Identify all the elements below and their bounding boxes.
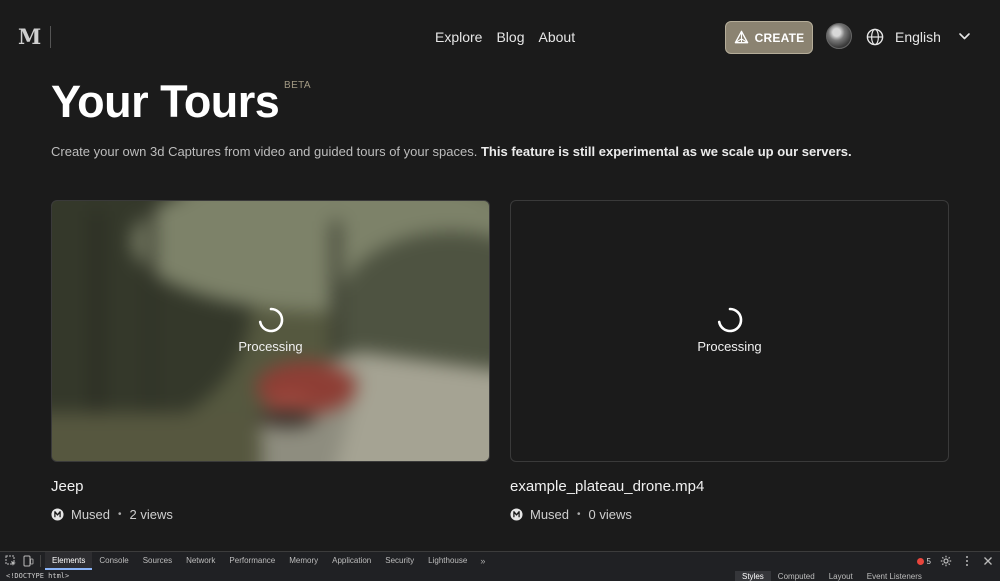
devtools-more-tabs[interactable]: » bbox=[474, 556, 491, 566]
tour-card[interactable]: Processing Jeep Mused • 2 views bbox=[51, 200, 490, 522]
main-nav: Explore Blog About bbox=[435, 29, 575, 45]
site-logo[interactable]: M bbox=[18, 24, 41, 49]
page-title: Your Tours bbox=[51, 76, 280, 127]
error-icon bbox=[916, 557, 924, 565]
cube-pyramid-icon bbox=[734, 30, 748, 44]
nav-explore[interactable]: Explore bbox=[435, 29, 482, 45]
error-badge[interactable]: 5 bbox=[916, 556, 931, 566]
tour-thumbnail[interactable]: Processing bbox=[510, 200, 949, 462]
page-subtitle: Create your own 3d Captures from video a… bbox=[51, 144, 852, 159]
tour-views: 2 views bbox=[129, 507, 173, 522]
devtools-tabs: Elements Console Sources Network Performance… bbox=[45, 552, 474, 570]
devtools-tab-application[interactable]: Application bbox=[325, 552, 378, 570]
tour-title[interactable]: Jeep bbox=[51, 478, 490, 495]
beta-badge: BETA bbox=[284, 80, 311, 91]
tour-meta: Mused • 0 views bbox=[510, 507, 949, 522]
devtools-tab-console[interactable]: Console bbox=[92, 552, 135, 570]
tour-title[interactable]: example_plateau_drone.mp4 bbox=[510, 478, 949, 495]
devtools-tab-lighthouse[interactable]: Lighthouse bbox=[421, 552, 474, 570]
tour-views: 0 views bbox=[588, 507, 632, 522]
styles-subtab-styles[interactable]: Styles bbox=[735, 571, 771, 581]
nav-about[interactable]: About bbox=[539, 29, 576, 45]
nav-blog[interactable]: Blog bbox=[496, 29, 524, 45]
close-icon[interactable] bbox=[982, 555, 994, 567]
create-button[interactable]: CREATE bbox=[725, 21, 813, 54]
settings-gear-icon[interactable] bbox=[940, 555, 952, 567]
devtools-tabbar: Elements Console Sources Network Performance… bbox=[0, 552, 1000, 570]
subtitle-text: Create your own 3d Captures from video a… bbox=[51, 144, 478, 159]
tour-thumbnail[interactable]: Processing bbox=[51, 200, 490, 462]
devtools-actions: 5 bbox=[916, 552, 994, 570]
logo-divider bbox=[50, 26, 51, 48]
devtools-tab-memory[interactable]: Memory bbox=[282, 552, 325, 570]
meta-separator: • bbox=[118, 509, 122, 520]
tour-meta: Mused • 2 views bbox=[51, 507, 490, 522]
mused-logo-icon bbox=[51, 508, 64, 521]
devtools-tab-performance[interactable]: Performance bbox=[222, 552, 282, 570]
spinner-icon bbox=[717, 307, 742, 333]
processing-label: Processing bbox=[238, 339, 303, 354]
create-button-label: CREATE bbox=[754, 30, 805, 45]
error-count: 5 bbox=[926, 556, 931, 566]
tour-card[interactable]: Processing example_plateau_drone.mp4 Mus… bbox=[510, 200, 949, 522]
styles-subtab-event-listeners[interactable]: Event Listeners bbox=[860, 571, 929, 581]
inspect-element-icon[interactable] bbox=[5, 555, 17, 567]
devtools-tab-network[interactable]: Network bbox=[179, 552, 222, 570]
devtools-tab-elements[interactable]: Elements bbox=[45, 552, 93, 570]
meta-separator: • bbox=[577, 509, 581, 520]
processing-indicator: Processing bbox=[511, 307, 948, 354]
devtools-tab-security[interactable]: Security bbox=[378, 552, 421, 570]
top-header: M Explore Blog About CREATE English bbox=[0, 0, 1000, 74]
device-toolbar-icon[interactable] bbox=[22, 555, 34, 567]
user-avatar[interactable] bbox=[826, 23, 852, 49]
language-selector[interactable]: English bbox=[895, 29, 941, 45]
mused-logo-icon bbox=[510, 508, 523, 521]
subtitle-bold: This feature is still experimental as we… bbox=[480, 144, 852, 159]
processing-label: Processing bbox=[697, 339, 762, 354]
devtools-separator bbox=[40, 555, 41, 567]
processing-indicator: Processing bbox=[52, 307, 489, 354]
tour-author[interactable]: Mused bbox=[71, 507, 110, 522]
dom-doctype[interactable]: <!DOCTYPE html> bbox=[6, 572, 69, 580]
devtools-tab-sources[interactable]: Sources bbox=[136, 552, 179, 570]
styles-subtab-layout[interactable]: Layout bbox=[822, 571, 860, 581]
more-options-icon[interactable] bbox=[961, 555, 973, 567]
devtools-panel: Elements Console Sources Network Performance… bbox=[0, 551, 1000, 581]
chevron-down-icon[interactable] bbox=[958, 31, 971, 41]
tour-author[interactable]: Mused bbox=[530, 507, 569, 522]
styles-subtab-computed[interactable]: Computed bbox=[771, 571, 822, 581]
styles-subtabs: Styles Computed Layout Event Listeners bbox=[735, 571, 929, 581]
globe-icon[interactable] bbox=[866, 28, 884, 46]
spinner-icon bbox=[258, 307, 283, 333]
app-root: M Explore Blog About CREATE English Your… bbox=[0, 0, 1000, 581]
